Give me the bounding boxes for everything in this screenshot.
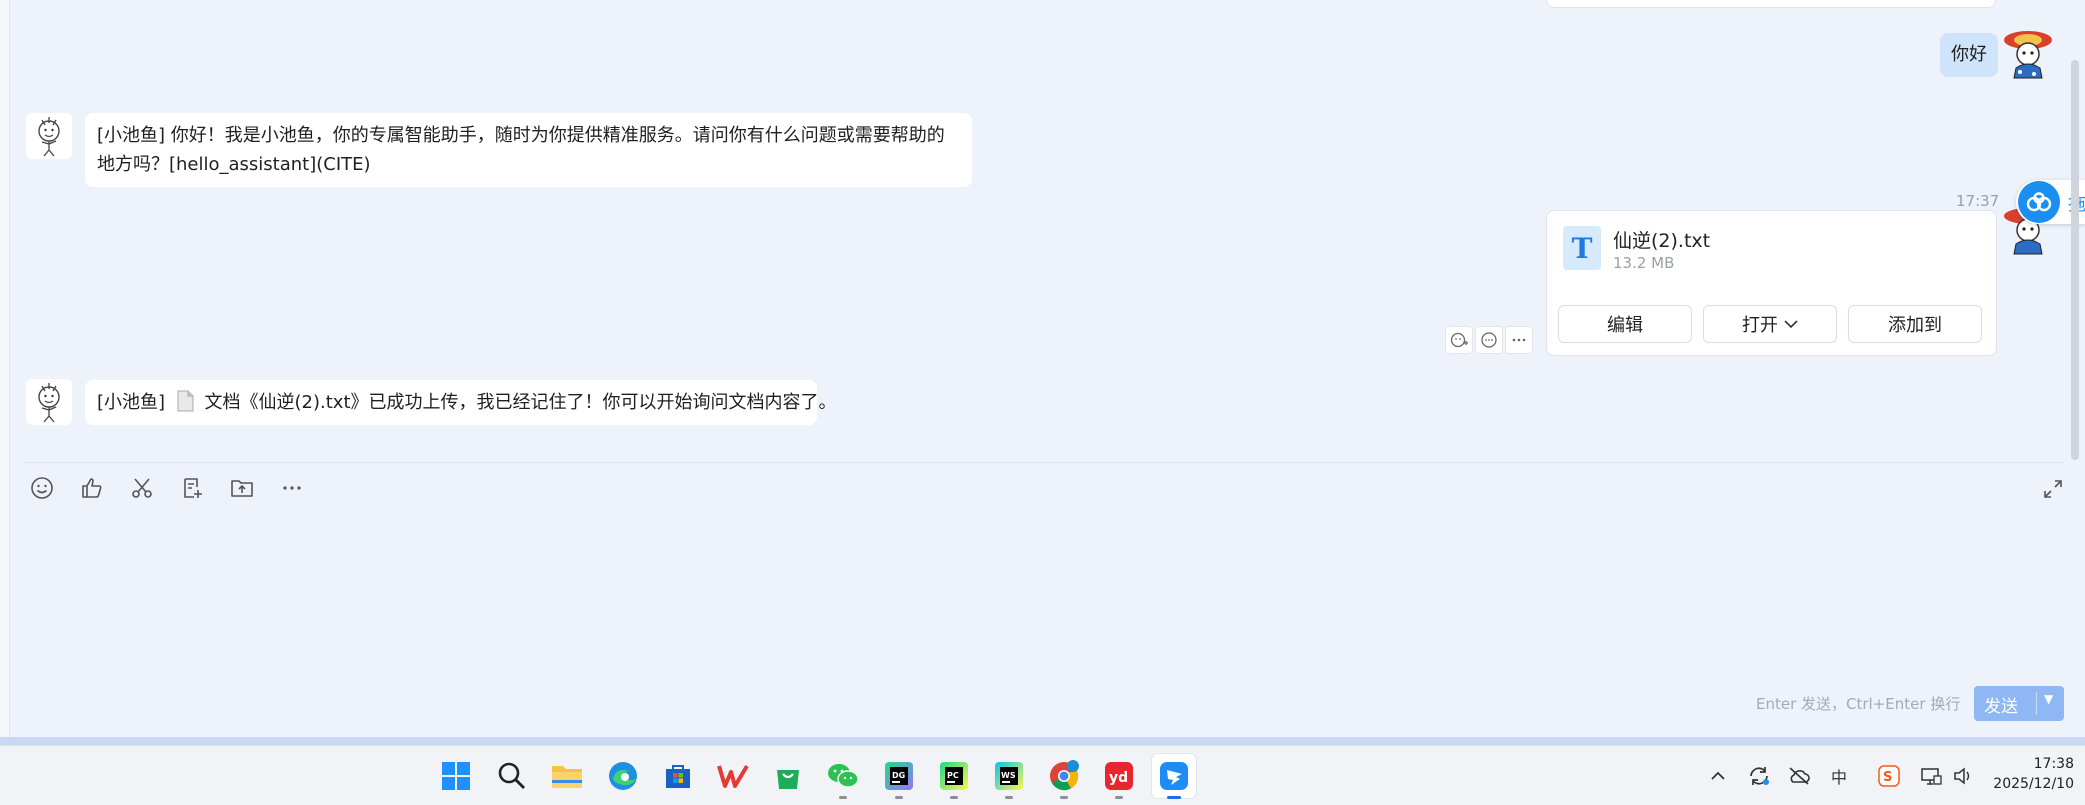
volume-icon[interactable] xyxy=(1950,764,1976,788)
running-indicator xyxy=(839,796,847,799)
input-toolbar xyxy=(28,472,306,504)
ime-indicator[interactable]: 中 xyxy=(1825,764,1853,788)
reply-icon[interactable] xyxy=(1475,326,1503,354)
file-explorer-icon[interactable] xyxy=(545,754,589,798)
add-to-button-label: 添加到 xyxy=(1888,315,1942,336)
send-options-caret-icon[interactable]: ▼ xyxy=(2044,692,2053,706)
bot-upload-bubble: [小池鱼] 文档《仙逆(2).txt》已成功上传，我已经记住了！你可以开始询问文… xyxy=(85,380,837,425)
microsoft-store-icon[interactable] xyxy=(656,754,700,798)
edit-button[interactable]: 编辑 xyxy=(1558,305,1692,343)
chrome-icon[interactable] xyxy=(1042,754,1086,799)
more-icon[interactable] xyxy=(278,472,306,504)
emoji-icon[interactable] xyxy=(28,472,56,504)
datagrip-icon[interactable]: DG xyxy=(877,754,921,799)
document-icon xyxy=(177,390,194,412)
edge-browser-icon[interactable] xyxy=(601,754,645,798)
running-indicator xyxy=(1060,796,1068,799)
svg-text:PC: PC xyxy=(947,771,959,780)
add-reaction-icon[interactable] xyxy=(1445,326,1473,354)
shopping-bag-icon[interactable] xyxy=(766,754,810,798)
send-button[interactable]: 发送 ▼ xyxy=(1974,686,2064,721)
scissors-icon[interactable] xyxy=(128,472,156,504)
add-to-button[interactable]: 添加到 xyxy=(1848,305,1982,343)
bot-hello-bubble: [小池鱼] 你好！我是小池鱼，你的专属智能助手，随时为你提供精准服务。请问你有什… xyxy=(85,113,972,187)
wechat-icon[interactable] xyxy=(821,754,865,799)
more-options-icon[interactable] xyxy=(1505,326,1533,354)
open-button-label: 打开 xyxy=(1742,315,1778,336)
chevron-down-icon xyxy=(1784,320,1798,329)
file-card[interactable]: T 仙逆(2).txt 13.2 MB 编辑 打开 添加到 xyxy=(1546,210,1997,356)
clock-date: 2025/12/10 xyxy=(1993,776,2074,792)
search-icon[interactable] xyxy=(490,754,534,798)
bot-upload-text: 文档《仙逆(2).txt》已成功上传，我已经记住了！你可以开始询问文档内容了。 xyxy=(204,392,837,413)
chat-scrollbar[interactable] xyxy=(2071,60,2079,460)
svg-text:WS: WS xyxy=(1001,771,1016,780)
user-avatar[interactable] xyxy=(2002,24,2054,80)
user-message-bubble: 你好 xyxy=(1940,33,1998,77)
window-left-edge xyxy=(0,0,10,740)
sync-icon[interactable] xyxy=(1745,764,1773,788)
network-icon[interactable] xyxy=(1918,764,1944,788)
expand-icon[interactable] xyxy=(2040,476,2066,502)
webstorm-icon[interactable]: WS xyxy=(987,754,1031,799)
clock-time: 17:38 xyxy=(2033,756,2074,772)
svg-text:yd: yd xyxy=(1109,770,1128,786)
youdao-dictionary-icon[interactable]: yd xyxy=(1097,754,1141,799)
send-divider xyxy=(2036,692,2037,715)
pycharm-icon[interactable]: PC xyxy=(932,754,976,799)
cloud-off-icon[interactable] xyxy=(1785,764,1813,788)
edit-button-label: 编辑 xyxy=(1607,315,1643,336)
send-shortcut-hint: Enter 发送，Ctrl+Enter 换行 xyxy=(1756,695,1961,713)
open-button[interactable]: 打开 xyxy=(1703,305,1837,343)
text-file-icon: T xyxy=(1563,226,1601,270)
send-button-label: 发送 xyxy=(1984,697,2018,717)
user-message-text: 你好 xyxy=(1951,44,1987,65)
note-add-icon[interactable] xyxy=(178,472,206,504)
wps-office-icon[interactable] xyxy=(711,754,755,798)
file-size: 13.2 MB xyxy=(1613,254,1675,272)
chevron-up-icon[interactable] xyxy=(1705,764,1731,788)
file-name[interactable]: 仙逆(2).txt xyxy=(1613,226,1710,253)
svg-text:S: S xyxy=(1883,770,1892,785)
running-indicator xyxy=(1005,796,1013,799)
windows-taskbar: DG PC WS yd 中 S 17:38 2025/12/10 xyxy=(0,745,2085,805)
previous-card-remnant xyxy=(1546,0,1996,8)
dingtalk-icon[interactable] xyxy=(1152,754,1196,799)
file-message-timestamp: 17:37 xyxy=(1956,192,2000,210)
thumbs-up-icon[interactable] xyxy=(78,472,106,504)
bot-avatar-upload[interactable] xyxy=(26,379,72,425)
running-indicator xyxy=(895,796,903,799)
bot-hello-text: [小池鱼] 你好！我是小池鱼，你的专属智能助手，随时为你提供精准服务。请问你有什… xyxy=(97,125,945,175)
running-indicator xyxy=(1167,796,1181,799)
bot-avatar[interactable] xyxy=(26,113,72,159)
running-indicator xyxy=(950,796,958,799)
folder-upload-icon[interactable] xyxy=(228,472,256,504)
bot-upload-prefix: [小池鱼] xyxy=(97,392,166,413)
sogou-input-icon[interactable]: S xyxy=(1875,764,1903,788)
system-clock[interactable]: 17:38 2025/12/10 xyxy=(1990,754,2074,794)
cloud-icon xyxy=(2018,181,2060,223)
message-action-tools xyxy=(1445,326,1533,354)
running-indicator xyxy=(1115,796,1123,799)
window-bottom-edge xyxy=(0,737,2085,745)
input-divider xyxy=(24,462,2064,463)
windows-start-icon[interactable] xyxy=(434,754,478,798)
svg-text:DG: DG xyxy=(892,771,905,780)
